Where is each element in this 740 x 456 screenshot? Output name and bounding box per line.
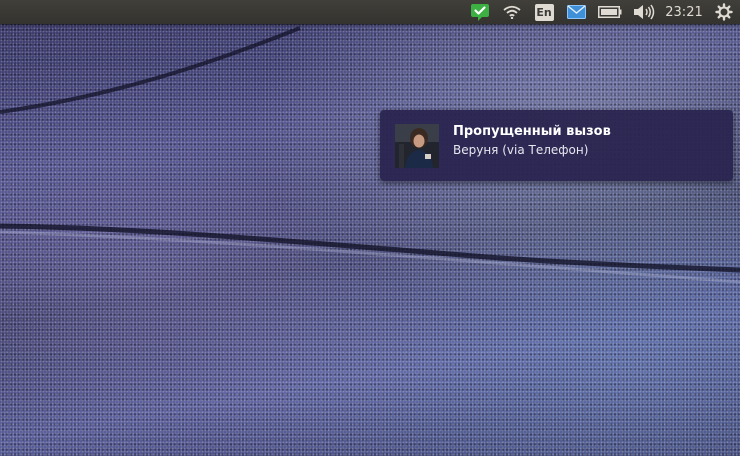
notification-body: Веруня (via Телефон) <box>453 143 589 157</box>
notification-title: Пропущенный вызов <box>453 124 611 139</box>
messaging-status-icon[interactable] <box>469 0 491 24</box>
wallpaper-texture <box>0 26 740 284</box>
desktop-wallpaper: En 23:21 Пропущенный вызов Веруня (via Т… <box>0 0 740 456</box>
settings-gear-icon[interactable] <box>712 0 736 24</box>
top-panel: En 23:21 <box>0 0 740 24</box>
clock-label: 23:21 <box>665 4 703 20</box>
mail-icon[interactable] <box>565 0 587 24</box>
contact-avatar <box>395 124 439 168</box>
missed-call-notification[interactable]: Пропущенный вызов Веруня (via Телефон) <box>380 110 733 181</box>
wifi-icon[interactable] <box>501 0 523 24</box>
keyboard-layout-label: En <box>534 3 554 21</box>
battery-icon[interactable] <box>597 0 623 24</box>
clock-button[interactable]: 23:21 <box>662 0 706 24</box>
volume-icon[interactable] <box>631 0 657 24</box>
keyboard-layout-icon[interactable]: En <box>533 0 555 24</box>
